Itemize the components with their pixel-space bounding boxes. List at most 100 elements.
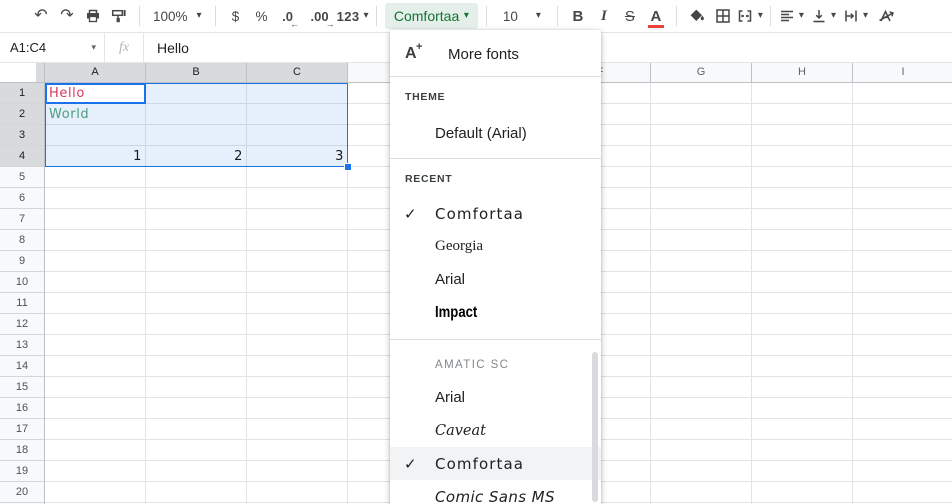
row-header-8[interactable]: 8 (0, 230, 44, 251)
row-header-9[interactable]: 9 (0, 251, 44, 272)
chevron-down-icon: ▾ (799, 11, 804, 21)
menu-scrollbar-thumb[interactable] (592, 352, 598, 502)
text-rotation-button[interactable] (873, 4, 899, 28)
row-header-6[interactable]: 6 (0, 188, 44, 209)
row-header-19[interactable]: 19 (0, 461, 44, 482)
toolbar-divider (139, 6, 140, 26)
row-header-20[interactable]: 20 (0, 482, 44, 503)
menu-divider (390, 158, 601, 159)
more-fonts-label: More fonts (448, 46, 519, 63)
cell-a2[interactable]: World (45, 104, 146, 125)
strikethrough-button[interactable]: S (617, 4, 643, 28)
font-menu-item-comfortaa[interactable]: ✓Comfortaa (390, 447, 601, 480)
column-header-c[interactable]: C (247, 62, 348, 82)
font-menu-item-comic-sans-ms[interactable]: Comic Sans MS (390, 480, 601, 504)
chevron-down-icon: ▾ (363, 11, 368, 21)
row-header-16[interactable]: 16 (0, 398, 44, 419)
chevron-down-icon: ▾ (536, 11, 541, 21)
text-color-swatch (648, 25, 664, 28)
fx-icon: fx (105, 40, 143, 56)
chevron-down-icon: ▾ (831, 11, 836, 21)
row-header-1[interactable]: 1 (0, 83, 44, 104)
print-icon (84, 7, 102, 25)
name-box[interactable]: A1:C4 ▾ (0, 33, 104, 62)
row-header-5[interactable]: 5 (0, 167, 44, 188)
font-item-label: Impact (435, 304, 477, 322)
zoom-value: 100% (153, 9, 188, 24)
recent-section-label: RECENT (390, 171, 601, 187)
increase-decimal-icon: .00→ (311, 9, 329, 24)
vertical-align-icon (810, 7, 828, 25)
formula-input[interactable]: Hello (144, 40, 189, 56)
font-size-select[interactable]: 10 ▾ (494, 3, 550, 29)
font-menu-item-georgia[interactable]: Georgia (390, 230, 601, 263)
row-header-10[interactable]: 10 (0, 272, 44, 293)
chevron-down-icon: ▾ (464, 11, 469, 21)
format-currency-button[interactable]: $ (223, 4, 249, 28)
redo-button[interactable]: ↷ (54, 4, 80, 28)
font-menu-item-caveat[interactable]: Caveat (390, 414, 601, 447)
select-all-corner[interactable] (0, 62, 45, 83)
vertical-align-button[interactable]: ▾ (810, 4, 836, 28)
row-header-18[interactable]: 18 (0, 440, 44, 461)
font-menu-item-arial[interactable]: Arial (390, 263, 601, 296)
zoom-select[interactable]: 100% ▾ (147, 9, 208, 24)
borders-button[interactable] (710, 4, 736, 28)
horizontal-align-button[interactable]: ▾ (778, 4, 804, 28)
column-header-b[interactable]: B (146, 62, 247, 82)
toolbar-divider (676, 6, 677, 26)
row-header-17[interactable]: 17 (0, 419, 44, 440)
italic-button[interactable]: I (591, 4, 617, 28)
print-button[interactable] (80, 4, 106, 28)
row-header-12[interactable]: 12 (0, 314, 44, 335)
toolbar-divider (486, 6, 487, 26)
add-font-icon: A+ (405, 45, 435, 63)
more-fonts-item[interactable]: A+ More fonts (390, 38, 601, 70)
row-header-15[interactable]: 15 (0, 377, 44, 398)
borders-icon (714, 7, 732, 25)
column-header-g[interactable]: G (651, 62, 752, 82)
theme-section-label: THEME (390, 89, 601, 105)
font-menu-item-impact[interactable]: Impact (390, 296, 601, 329)
font-size-value: 10 (503, 9, 518, 24)
row-header-7[interactable]: 7 (0, 209, 44, 230)
merge-cells-icon (736, 7, 754, 25)
font-menu-item-arial[interactable]: Arial (390, 381, 601, 414)
name-box-value: A1:C4 (10, 40, 46, 55)
row-header-14[interactable]: 14 (0, 356, 44, 377)
cell-a1[interactable]: Hello (45, 83, 146, 104)
increase-decimal-button[interactable]: .00→ (307, 4, 333, 28)
text-wrap-button[interactable]: ▾ (842, 4, 868, 28)
number-format-label: 123 (337, 9, 360, 24)
undo-button[interactable]: ↶ (28, 4, 54, 28)
font-menu-item-amatic-sc[interactable]: Amatic SC (390, 348, 601, 381)
text-color-button[interactable]: A (643, 4, 669, 28)
row-header-11[interactable]: 11 (0, 293, 44, 314)
font-menu-item-comfortaa[interactable]: ✓Comfortaa (390, 197, 601, 230)
format-percent-button[interactable]: % (249, 4, 275, 28)
font-family-select[interactable]: Comfortaa ▾ (385, 3, 478, 29)
cell-a4[interactable]: 1 (45, 146, 146, 167)
check-icon: ✓ (404, 205, 435, 223)
text-wrap-icon (842, 7, 860, 25)
menu-divider (390, 339, 601, 340)
font-item-label: Comfortaa (435, 455, 524, 473)
text-rotation-icon (877, 7, 895, 25)
row-header-4[interactable]: 4 (0, 146, 44, 167)
decrease-decimal-button[interactable]: .0← (275, 4, 301, 28)
font-family-value: Comfortaa (394, 8, 459, 24)
column-header-a[interactable]: A (45, 62, 146, 82)
row-header-13[interactable]: 13 (0, 335, 44, 356)
paint-format-button[interactable] (106, 4, 132, 28)
column-header-h[interactable]: H (752, 62, 853, 82)
row-header-3[interactable]: 3 (0, 125, 44, 146)
bold-button[interactable]: B (565, 4, 591, 28)
font-menu-item-default-arial[interactable]: Default (Arial) (390, 117, 601, 150)
row-header-2[interactable]: 2 (0, 104, 44, 125)
column-header-i[interactable]: I (853, 62, 952, 82)
fill-color-button[interactable] (684, 4, 710, 28)
cell-b4[interactable]: 2 (146, 146, 247, 167)
merge-cells-button[interactable]: ▾ (736, 4, 763, 28)
number-format-button[interactable]: 123 ▾ (337, 4, 369, 28)
cell-c4[interactable]: 3 (247, 146, 348, 167)
